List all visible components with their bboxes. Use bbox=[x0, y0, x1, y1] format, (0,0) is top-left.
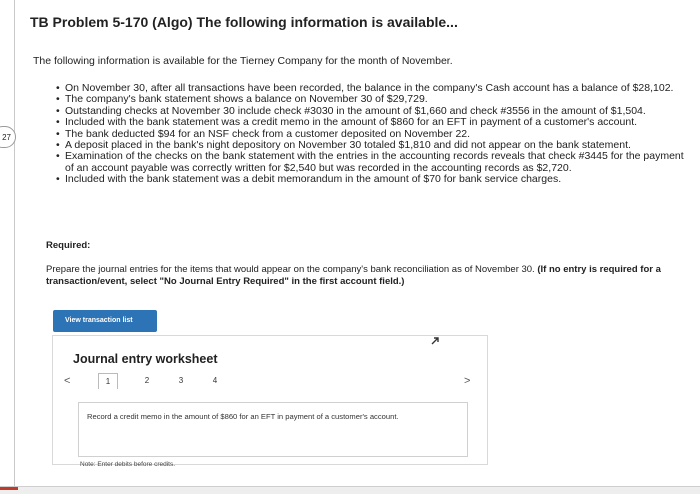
fact-item: Included with the bank statement was a c… bbox=[56, 116, 686, 129]
required-instructions: Prepare the journal entries for the item… bbox=[46, 264, 686, 288]
next-page-button[interactable]: > bbox=[464, 373, 470, 389]
bottom-bar bbox=[0, 486, 700, 494]
worksheet-title: Journal entry worksheet bbox=[73, 352, 218, 366]
page-tab-1[interactable]: 1 bbox=[98, 373, 118, 389]
entry-description-box: Record a credit memo in the amount of $8… bbox=[78, 402, 468, 457]
required-heading: Required: bbox=[46, 240, 91, 251]
page-tab-4[interactable]: 4 bbox=[210, 373, 220, 389]
view-transaction-list-button[interactable]: View transaction list bbox=[53, 310, 157, 332]
problem-title: TB Problem 5-170 (Algo) The following in… bbox=[30, 14, 458, 30]
left-divider bbox=[14, 0, 15, 494]
bottom-divider bbox=[0, 486, 700, 487]
expand-arrow-icon[interactable] bbox=[430, 336, 440, 346]
problem-intro: The following information is available f… bbox=[33, 55, 453, 67]
page-tab-3[interactable]: 3 bbox=[176, 373, 186, 389]
prev-page-button[interactable]: < bbox=[64, 373, 70, 389]
facts-list: On November 30, after all transactions h… bbox=[56, 82, 686, 186]
fact-item: Included with the bank statement was a d… bbox=[56, 173, 686, 186]
page-tab-2[interactable]: 2 bbox=[142, 373, 152, 389]
entry-description: Record a credit memo in the amount of $8… bbox=[87, 412, 399, 421]
fact-item: Examination of the checks on the bank st… bbox=[56, 151, 686, 174]
debits-credits-note: Note: Enter debits before credits. bbox=[80, 461, 176, 468]
required-text: Prepare the journal entries for the item… bbox=[46, 264, 535, 275]
bottom-accent-mark bbox=[0, 487, 18, 490]
